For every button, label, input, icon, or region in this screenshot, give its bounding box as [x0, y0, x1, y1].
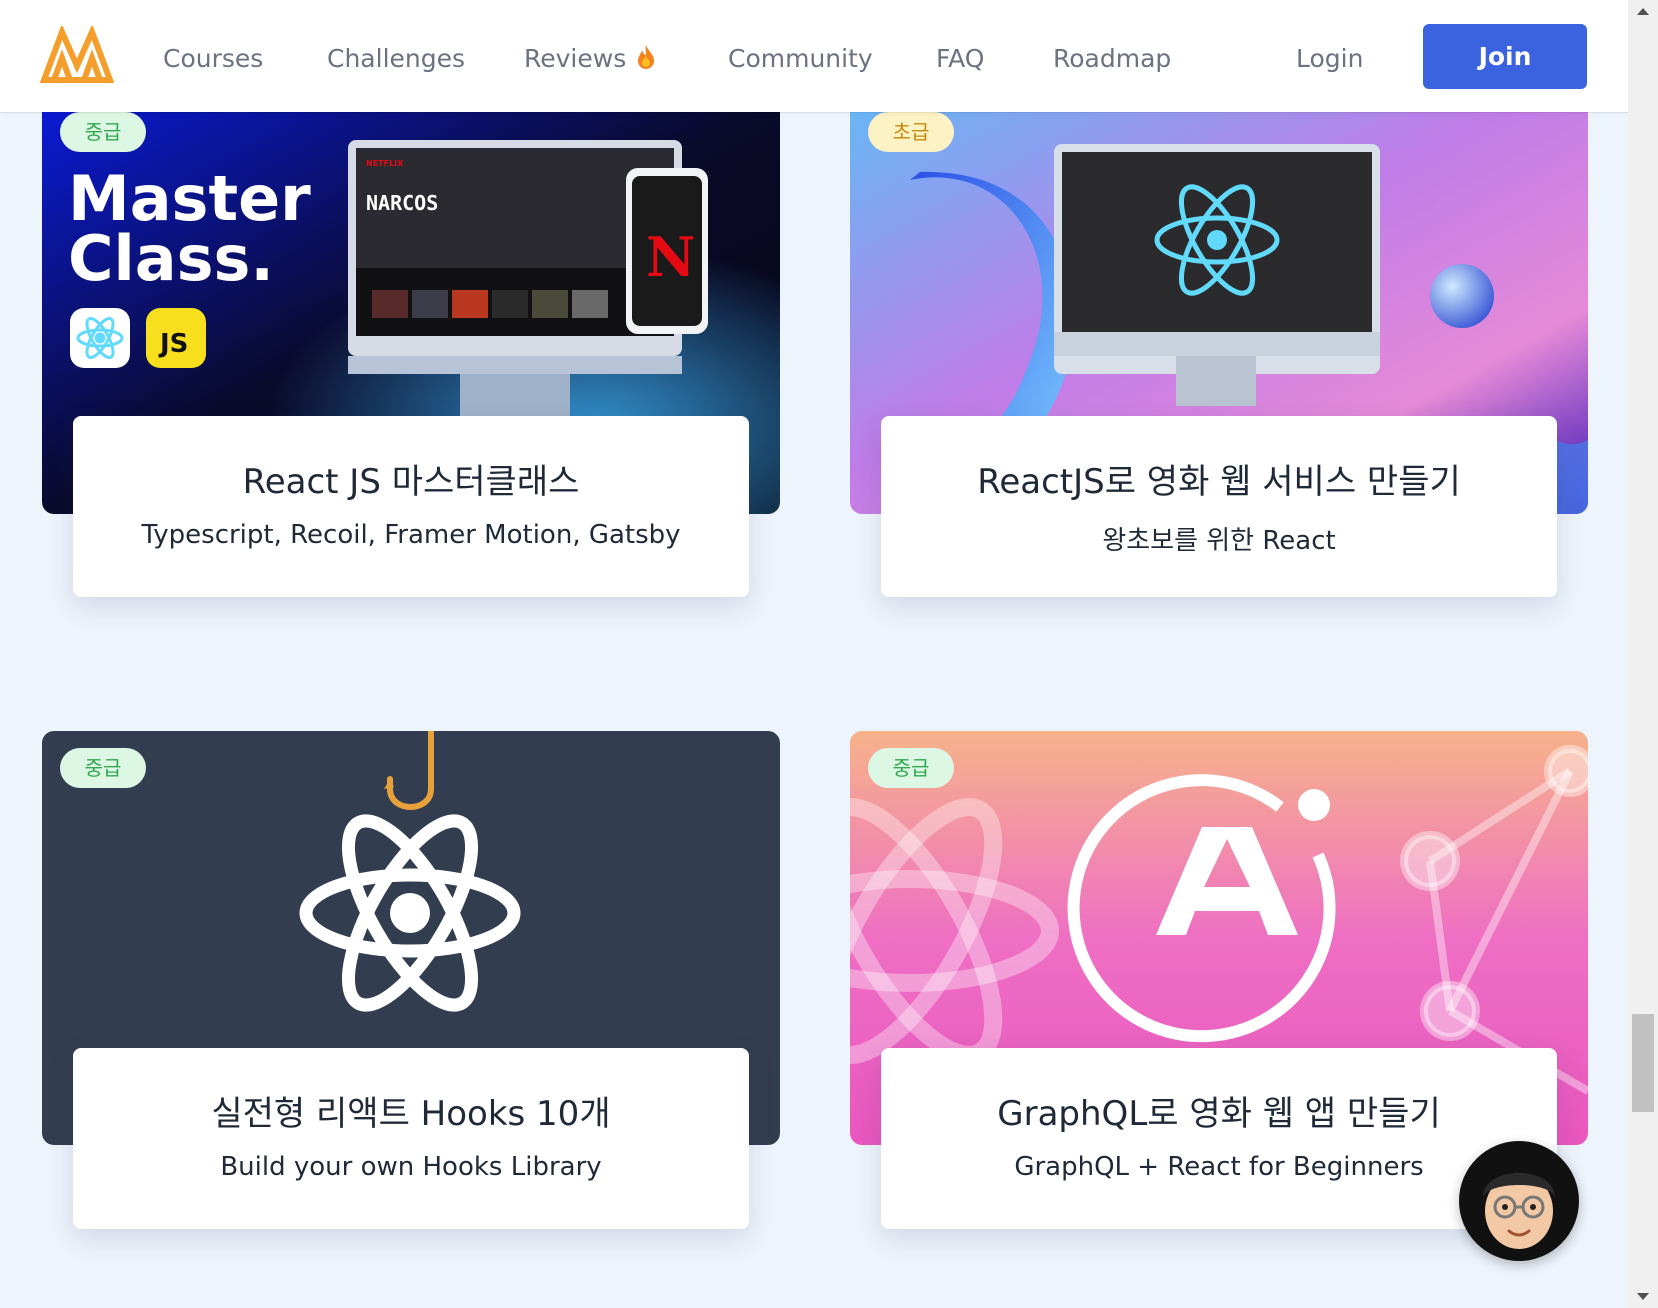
top-nav-bar: Courses Challenges Reviews Community FAQ…	[0, 0, 1628, 112]
page-scrollbar[interactable]	[1628, 0, 1658, 1308]
nav-roadmap[interactable]: Roadmap	[1053, 40, 1171, 78]
masterclass-headline-2: Class.	[68, 222, 274, 295]
course-subtitle: Build your own Hooks Library	[220, 1152, 602, 1182]
course-title: ReactJS로 영화 웹 서비스 만들기	[977, 462, 1461, 502]
nav-challenges[interactable]: Challenges	[327, 40, 465, 78]
course-subtitle: Typescript, Recoil, Framer Motion, Gatsb…	[141, 520, 681, 550]
level-badge: 중급	[60, 112, 146, 152]
course-card-react-hooks[interactable]: 중급 실전형 리액트 Hooks 10개 Build your own Hook…	[42, 731, 780, 1231]
chat-avatar-icon[interactable]	[1459, 1141, 1579, 1261]
level-badge: 중급	[868, 748, 954, 788]
fire-icon	[638, 45, 655, 69]
nav-reviews[interactable]: Reviews	[524, 40, 656, 78]
svg-text:NARCOS: NARCOS	[366, 191, 438, 215]
nav-faq[interactable]: FAQ	[936, 40, 984, 78]
js-badge-text: JS	[158, 329, 188, 359]
nav-reviews-label: Reviews	[524, 44, 627, 73]
course-subtitle: 왕초보를 위한 React	[1102, 526, 1336, 556]
nav-courses[interactable]: Courses	[163, 40, 263, 78]
join-button[interactable]: Join	[1423, 24, 1587, 89]
course-info: 실전형 리액트 Hooks 10개 Build your own Hooks L…	[73, 1048, 749, 1229]
scroll-thumb[interactable]	[1632, 1014, 1654, 1112]
netflix-icon: N	[646, 225, 695, 289]
course-title: GraphQL로 영화 웹 앱 만들기	[997, 1094, 1441, 1134]
course-info: ReactJS로 영화 웹 서비스 만들기 왕초보를 위한 React	[881, 416, 1557, 597]
login-link[interactable]: Login	[1296, 40, 1363, 78]
level-badge: 초급	[868, 112, 954, 152]
level-badge: 중급	[60, 748, 146, 788]
scroll-down-arrow-icon[interactable]	[1637, 1293, 1649, 1300]
nav-community[interactable]: Community	[728, 40, 873, 78]
course-subtitle: GraphQL + React for Beginners	[1014, 1152, 1424, 1182]
scroll-up-arrow-icon[interactable]	[1637, 8, 1649, 15]
course-title: 실전형 리액트 Hooks 10개	[211, 1094, 611, 1134]
svg-text:NETFLIX: NETFLIX	[366, 159, 404, 168]
course-info: React JS 마스터클래스 Typescript, Recoil, Fram…	[73, 416, 749, 597]
nomad-logo[interactable]	[40, 26, 114, 84]
course-title: React JS 마스터클래스	[242, 462, 580, 502]
course-info: GraphQL로 영화 웹 앱 만들기 GraphQL + React for …	[881, 1048, 1557, 1229]
